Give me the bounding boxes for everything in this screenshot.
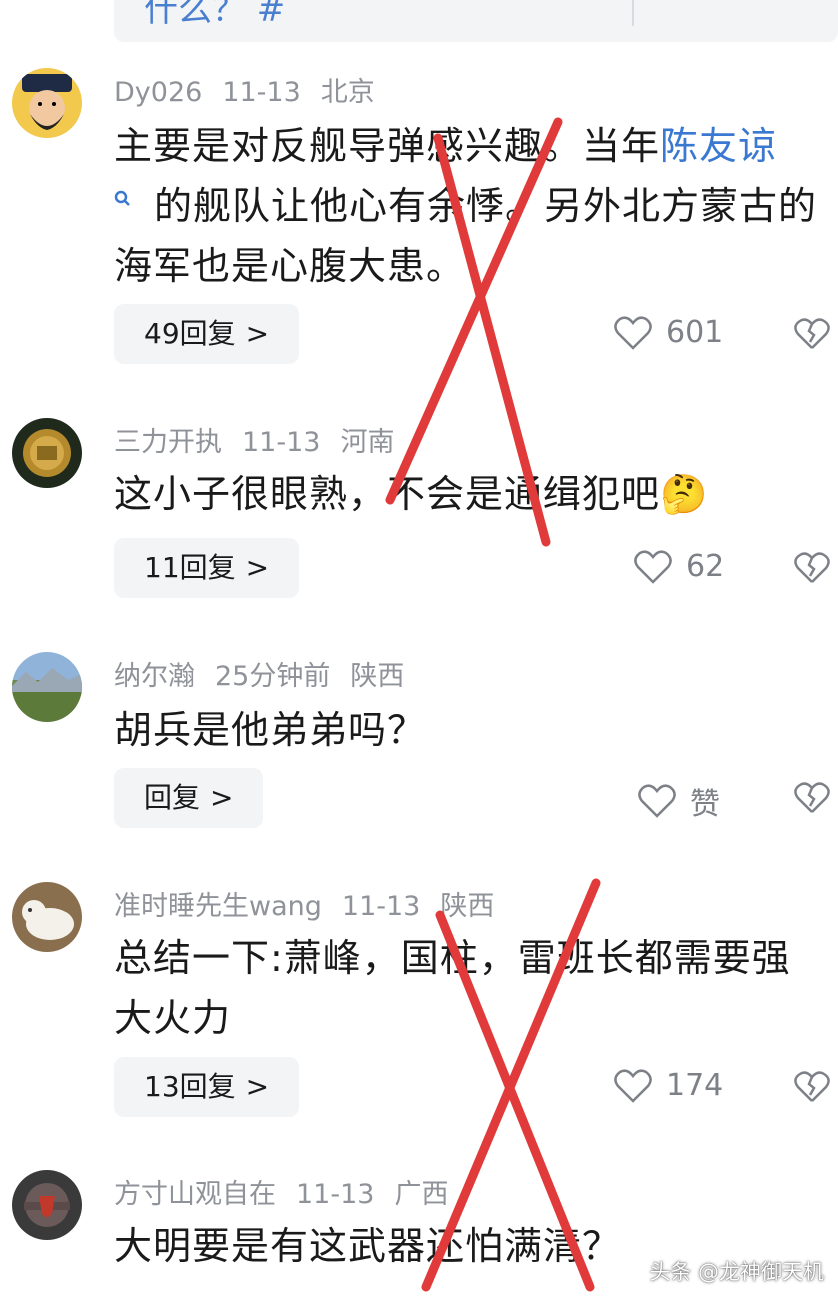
heart-icon [614, 315, 652, 350]
comment-text: 这小子很眼熟，不会是通缉犯吧🤔 [114, 464, 828, 524]
dislike-button[interactable] [794, 1071, 830, 1107]
comment-location: 河南 [340, 427, 395, 458]
comment-meta: 纳尔瀚 25分钟前 陕西 [114, 654, 424, 693]
username[interactable]: 准时睡先生wang [114, 891, 322, 922]
comment-text: 主要是对反舰导弹感兴趣。当年陈友谅 的舰队让他心有余悸。另外北方蒙古的海军也是心… [114, 116, 828, 296]
watermark: 头条 @龙神御天机 [649, 1260, 824, 1284]
view-replies-button[interactable]: 11回复 > [114, 538, 300, 598]
previous-card-text: 什么？ # [144, 0, 286, 30]
chevron-right-icon: > [245, 551, 270, 584]
thinking-emoji: 🤔 [660, 472, 709, 516]
comment-time: 11-13 [222, 77, 301, 108]
card-divider [632, 0, 634, 26]
comment-text-part: 的舰队让他心有余悸。另外北方蒙古的海军也是心腹大患。 [114, 184, 818, 288]
reply-count: 49回复 [144, 317, 236, 350]
dislike-button[interactable] [794, 318, 830, 354]
view-replies-button[interactable]: 13回复 > [114, 1057, 300, 1117]
avatar[interactable] [12, 882, 82, 952]
comment-meta: 方寸山观自在 11-13 广西 [114, 1172, 468, 1211]
chevron-right-icon: > [210, 781, 234, 814]
comment-meta: 准时睡先生wang 11-13 陕西 [114, 884, 514, 923]
like-button[interactable]: 赞 [638, 779, 720, 823]
comment-location: 广西 [394, 1179, 449, 1210]
heart-icon [634, 549, 672, 584]
view-replies-button[interactable]: 回复 > [114, 768, 264, 828]
chevron-right-icon: > [245, 1070, 270, 1103]
comment-time: 11-13 [242, 427, 321, 458]
broken-heart-icon [794, 318, 830, 349]
comment-time: 11-13 [296, 1179, 375, 1210]
avatar[interactable] [12, 68, 82, 138]
comment-text-part: 主要是对反舰导弹感兴趣。当年 [114, 124, 661, 168]
username[interactable]: 三力开执 [114, 427, 222, 458]
comment-time: 25分钟前 [215, 661, 331, 692]
comment-text: 总结一下:萧峰，国柱，雷班长都需要强大火力 [114, 928, 828, 1048]
chevron-right-icon: > [245, 317, 270, 350]
like-button[interactable]: 601 [614, 315, 723, 350]
reply-count: 11回复 [144, 551, 236, 584]
comment-meta: Dy026 11-13 北京 [114, 70, 395, 109]
heart-icon [614, 1068, 652, 1103]
avatar[interactable] [12, 1170, 82, 1240]
like-button[interactable]: 174 [614, 1068, 723, 1103]
reply-count: 13回复 [144, 1070, 236, 1103]
comment-text-part: 总结一下:萧峰，国柱，雷班长都需要强大火力 [114, 936, 791, 1040]
username[interactable]: Dy026 [114, 77, 202, 108]
comment-time: 11-13 [341, 891, 421, 922]
previous-reply-card[interactable]: 什么？ # [114, 0, 838, 42]
avatar[interactable] [12, 652, 82, 722]
comment-text: 胡兵是他弟弟吗？ [114, 700, 828, 760]
reply-count: 回复 [144, 781, 201, 814]
username[interactable]: 方寸山观自在 [114, 1179, 276, 1210]
comment-text-part: 胡兵是他弟弟吗？ [114, 708, 427, 752]
comment-location: 陕西 [440, 891, 495, 922]
view-replies-button[interactable]: 49回复 > [114, 304, 300, 364]
comment-location: 北京 [320, 77, 375, 108]
comment-location: 陕西 [350, 661, 405, 692]
comment-text-part: 大明要是有这武器还怕满清？ [114, 1224, 622, 1268]
dislike-button[interactable] [794, 552, 830, 588]
dislike-button[interactable] [794, 782, 830, 818]
like-count: 601 [666, 315, 724, 350]
like-label: 赞 [690, 787, 720, 822]
username[interactable]: 纳尔瀚 [114, 661, 195, 692]
like-count: 62 [686, 549, 725, 584]
like-button[interactable]: 62 [634, 549, 724, 584]
search-icon[interactable] [114, 190, 140, 218]
avatar[interactable] [12, 418, 82, 488]
heart-icon [638, 784, 676, 818]
broken-heart-icon [794, 552, 830, 583]
comment-meta: 三力开执 11-13 河南 [114, 420, 414, 459]
broken-heart-icon [794, 1071, 830, 1102]
like-count: 174 [666, 1068, 724, 1103]
comment-text-part: 这小子很眼熟，不会是通缉犯吧 [114, 472, 661, 516]
keyword-link[interactable]: 陈友谅 [660, 124, 777, 168]
broken-heart-icon [794, 782, 830, 813]
